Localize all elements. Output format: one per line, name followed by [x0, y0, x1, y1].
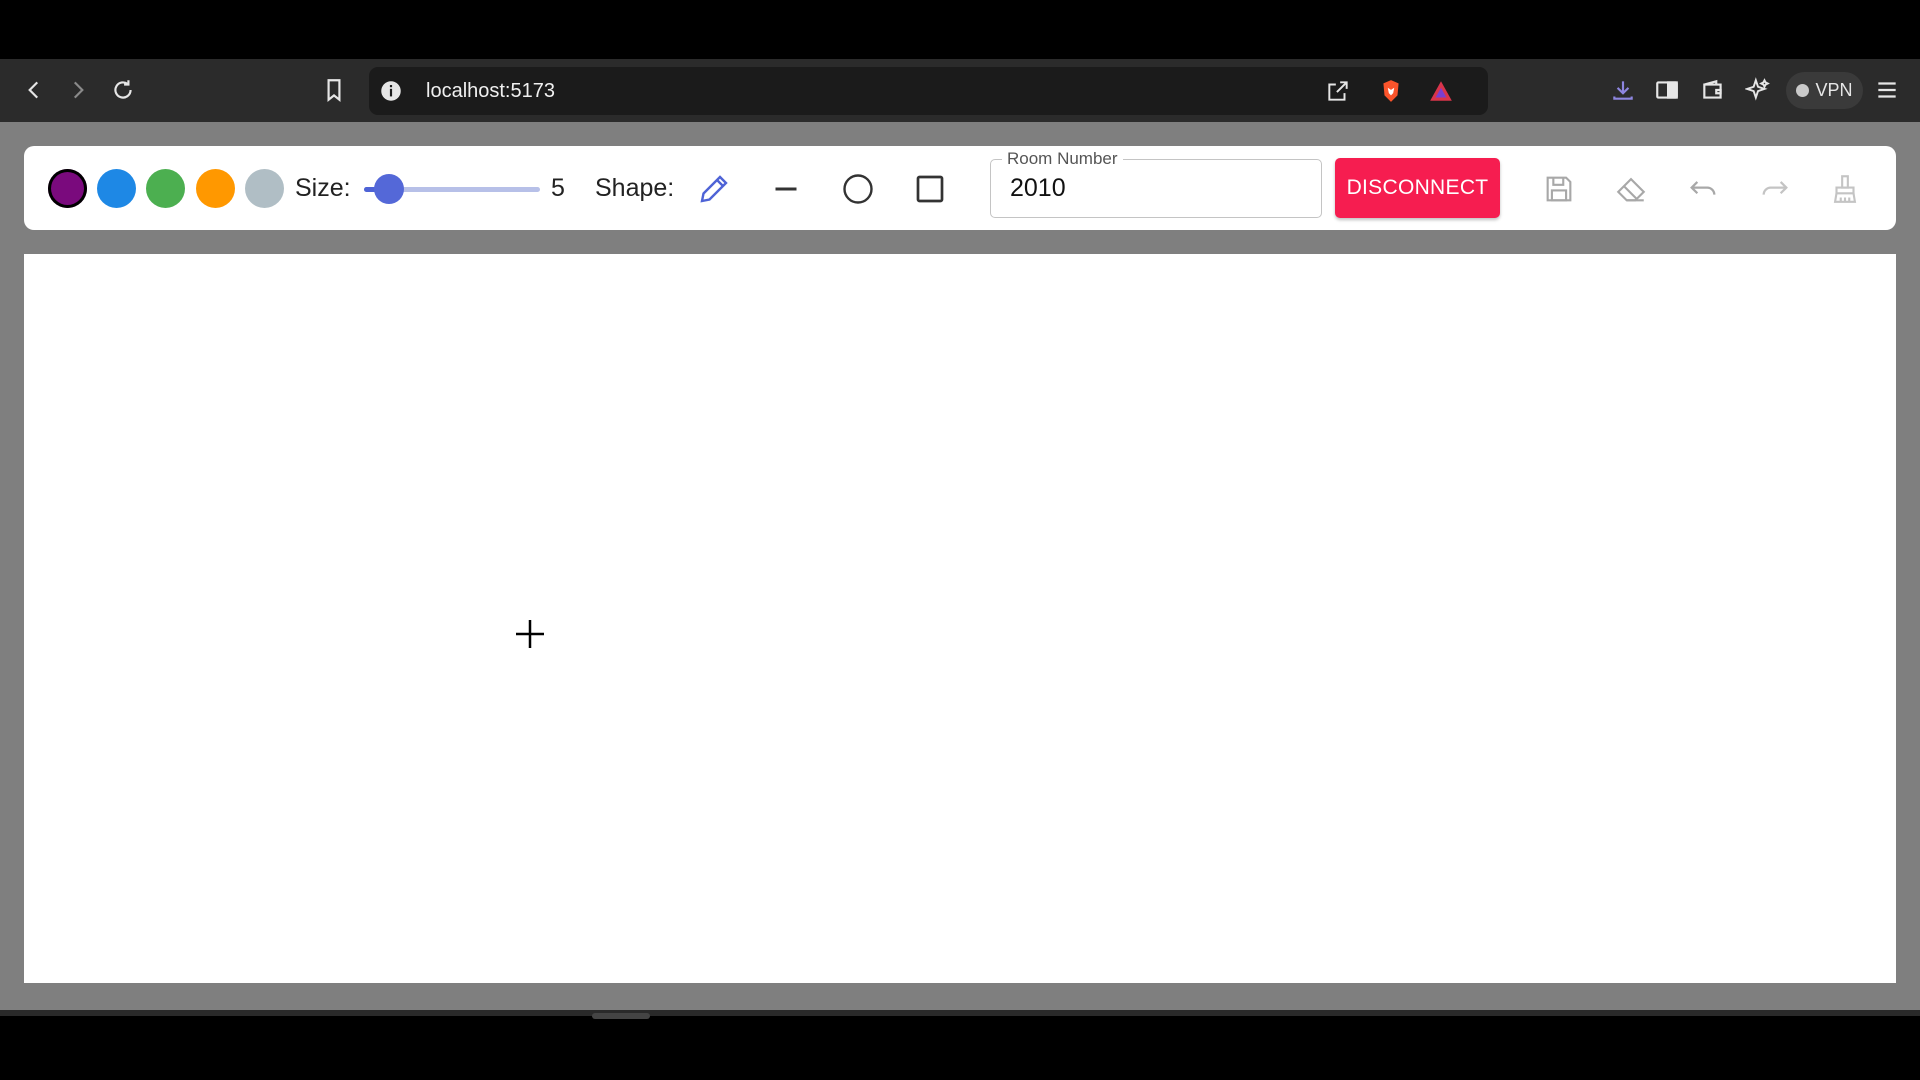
color-swatch-green[interactable] — [146, 169, 185, 208]
reload-icon[interactable] — [105, 72, 141, 108]
vpn-button[interactable]: VPN — [1786, 72, 1863, 109]
site-info-icon[interactable] — [373, 73, 409, 109]
room-number-input[interactable] — [1010, 174, 1300, 203]
brave-shields-icon[interactable] — [1373, 73, 1409, 109]
sidebar-icon[interactable] — [1649, 72, 1685, 108]
size-slider[interactable] — [364, 174, 540, 204]
pencil-icon[interactable] — [691, 166, 737, 212]
color-swatch-orange[interactable] — [196, 169, 235, 208]
crosshair-cursor-icon — [516, 620, 544, 648]
size-slider-thumb[interactable] — [374, 174, 404, 204]
app-page: Size: 5 Shape: Room Number DISCONNECT — [0, 122, 1920, 1010]
eraser-icon[interactable] — [1608, 166, 1654, 212]
drawing-toolbar: Size: 5 Shape: Room Number DISCONNECT — [24, 146, 1896, 230]
room-number-label: Room Number — [1002, 149, 1123, 169]
disconnect-button[interactable]: DISCONNECT — [1335, 158, 1500, 218]
window-bottom-border — [0, 1010, 1920, 1016]
size-label: Size: — [295, 174, 351, 202]
browser-toolbar: localhost:5173 VPN — [0, 59, 1920, 122]
undo-icon[interactable] — [1680, 166, 1726, 212]
color-swatch-blue[interactable] — [97, 169, 136, 208]
size-value: 5 — [551, 174, 565, 202]
rectangle-icon[interactable] — [907, 166, 953, 212]
circle-icon[interactable] — [835, 166, 881, 212]
color-swatch-purple[interactable] — [48, 169, 87, 208]
back-icon[interactable] — [16, 72, 52, 108]
resize-handle — [592, 1013, 650, 1019]
url-text: localhost:5173 — [426, 80, 555, 102]
vpn-label: VPN — [1815, 80, 1853, 100]
leo-ai-icon[interactable] — [1740, 72, 1776, 108]
save-icon[interactable] — [1536, 166, 1582, 212]
drawing-canvas[interactable] — [24, 254, 1896, 983]
wallet-icon[interactable] — [1695, 72, 1731, 108]
brave-rewards-icon[interactable] — [1423, 73, 1459, 109]
download-icon[interactable] — [1605, 72, 1641, 108]
room-number-field[interactable]: Room Number — [990, 149, 1322, 218]
color-swatch-gray[interactable] — [245, 169, 284, 208]
clear-brush-icon[interactable] — [1822, 166, 1868, 212]
forward-icon[interactable] — [60, 72, 96, 108]
line-icon[interactable] — [763, 166, 809, 212]
bookmark-icon[interactable] — [316, 72, 352, 108]
shape-label: Shape: — [595, 174, 675, 202]
address-bar[interactable]: localhost:5173 — [369, 67, 1488, 115]
menu-icon[interactable] — [1869, 72, 1905, 108]
share-icon[interactable] — [1320, 73, 1356, 109]
redo-icon[interactable] — [1752, 166, 1798, 212]
vpn-status-icon — [1796, 84, 1810, 97]
